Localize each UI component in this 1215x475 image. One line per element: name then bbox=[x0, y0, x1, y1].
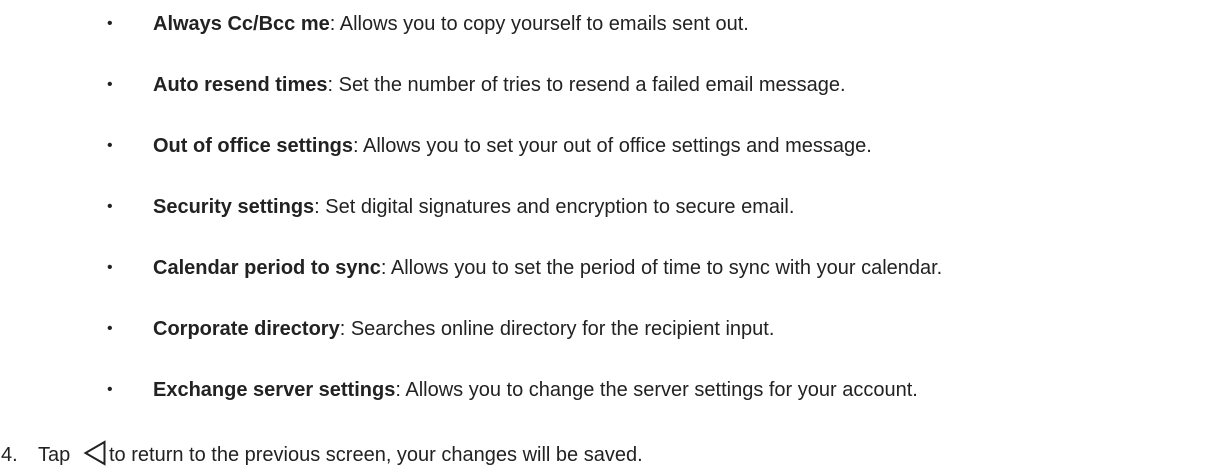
document-page: • Always Cc/Bcc me: Allows you to copy y… bbox=[0, 0, 1215, 475]
list-item-text: Always Cc/Bcc me: Allows you to copy you… bbox=[153, 9, 749, 39]
list-item-text: Out of office settings: Allows you to se… bbox=[153, 131, 872, 161]
list-item-text: Exchange server settings: Allows you to … bbox=[153, 375, 918, 405]
term-description: : Allows you to set your out of office s… bbox=[353, 135, 872, 157]
term-description: : Allows you to copy yourself to emails … bbox=[329, 13, 749, 35]
list-item-auto-resend: • Auto resend times: Set the number of t… bbox=[0, 70, 1215, 100]
term-label: Corporate directory bbox=[153, 318, 340, 340]
bullet-icon: • bbox=[107, 198, 113, 215]
term-description: : Set the number of tries to resend a fa… bbox=[327, 74, 846, 96]
list-item-security-settings: • Security settings: Set digital signatu… bbox=[0, 192, 1215, 222]
term-description: : Searches online directory for the reci… bbox=[339, 318, 775, 340]
term-description: : Set digital signatures and encryption … bbox=[314, 196, 795, 218]
list-item-exchange-server: • Exchange server settings: Allows you t… bbox=[0, 375, 1215, 405]
bullet-icon: • bbox=[107, 76, 113, 93]
bullet-icon: • bbox=[107, 259, 113, 276]
term-description: : Allows you to change the server settin… bbox=[395, 379, 918, 401]
step-number: 4. bbox=[1, 444, 18, 466]
bullet-icon: • bbox=[107, 15, 113, 32]
list-item-calendar-period: • Calendar period to sync: Allows you to… bbox=[0, 253, 1215, 283]
list-item-always-cc-bcc: • Always Cc/Bcc me: Allows you to copy y… bbox=[0, 9, 1215, 39]
step-4: 4. Tap to return to the previous screen,… bbox=[0, 438, 1215, 472]
term-label: Exchange server settings bbox=[153, 379, 396, 401]
bullet-icon: • bbox=[107, 137, 113, 154]
list-item-text: Auto resend times: Set the number of tri… bbox=[153, 70, 846, 100]
list-item-text: Corporate directory: Searches online dir… bbox=[153, 314, 774, 344]
list-item-corporate-directory: • Corporate directory: Searches online d… bbox=[0, 314, 1215, 344]
list-item-out-of-office: • Out of office settings: Allows you to … bbox=[0, 131, 1215, 161]
bullet-icon: • bbox=[107, 381, 113, 398]
term-label: Always Cc/Bcc me bbox=[153, 13, 330, 35]
term-description: : Allows you to set the period of time t… bbox=[380, 257, 943, 279]
bullet-icon: • bbox=[107, 320, 113, 337]
step-text-prefix: Tap bbox=[38, 444, 71, 466]
list-item-text: Security settings: Set digital signature… bbox=[153, 192, 794, 222]
term-label: Calendar period to sync bbox=[153, 257, 381, 279]
list-item-text: Calendar period to sync: Allows you to s… bbox=[153, 253, 942, 283]
term-label: Auto resend times bbox=[153, 74, 328, 96]
back-triangle-icon bbox=[83, 440, 106, 466]
term-label: Out of office settings bbox=[153, 135, 353, 157]
term-label: Security settings bbox=[153, 196, 315, 218]
step-text-suffix: to return to the previous screen, your c… bbox=[109, 444, 643, 466]
